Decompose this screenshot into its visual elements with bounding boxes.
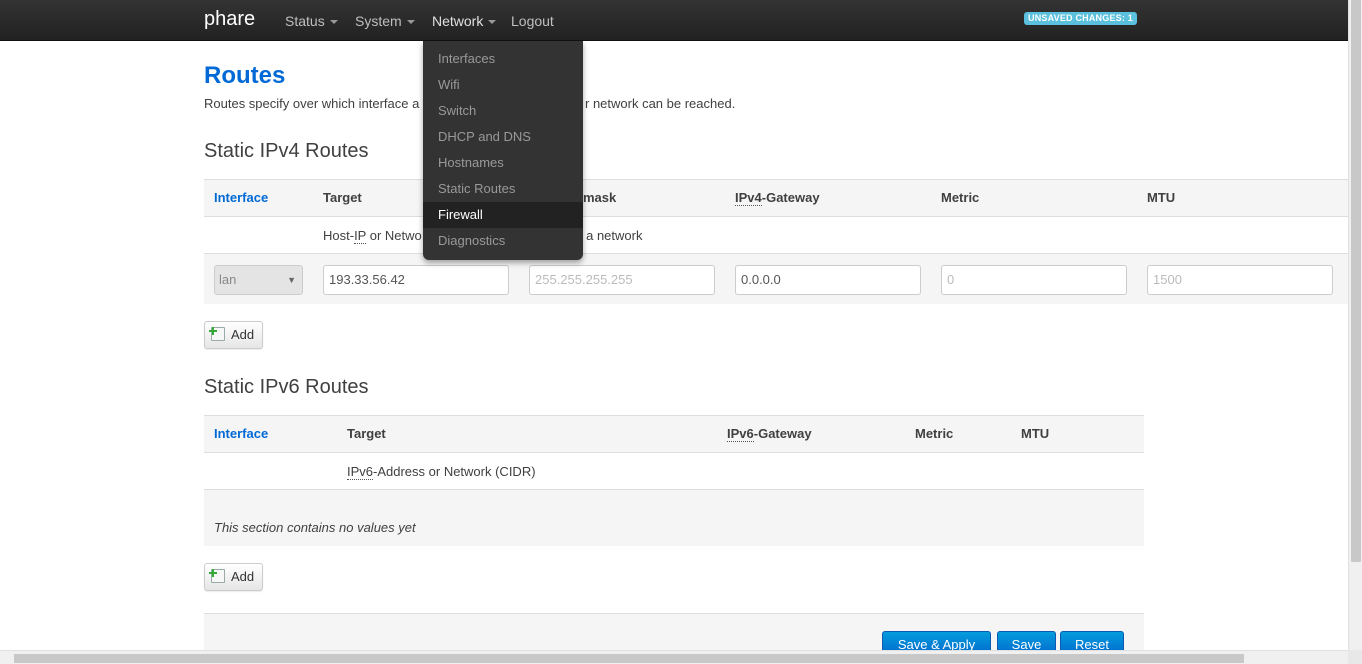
gateway-suffix: -Gateway: [753, 426, 812, 441]
menu-item-switch[interactable]: Switch: [423, 98, 583, 124]
nav-status-menu[interactable]: Status: [285, 13, 338, 29]
netmask-description: s a network: [576, 228, 643, 243]
table-header-row: Interface Target mask IPv4-Gateway Metri…: [204, 180, 1348, 217]
ip-abbr: IP: [354, 228, 367, 244]
ipv4-add-label: Add: [231, 327, 255, 342]
target-description: Host-IP or Netwo: [323, 228, 422, 244]
brand-logo[interactable]: phare: [204, 8, 255, 31]
ipv6-routes-table: Interface Target IPv6-Gateway Metric MTU…: [204, 415, 1144, 546]
ipv6-add-button[interactable]: Add: [204, 563, 264, 591]
network-dropdown-menu: Interfaces Wifi Switch DHCP and DNS Host…: [423, 41, 583, 260]
col-netmask: mask: [583, 190, 617, 205]
nav-network-menu[interactable]: Network: [432, 13, 497, 29]
col-metric: Metric: [941, 190, 980, 205]
add-icon: [209, 327, 225, 341]
col-metric: Metric: [915, 426, 954, 441]
unsaved-changes-badge[interactable]: UNSAVED CHANGES: 1: [1024, 12, 1137, 25]
ipv4-add-button[interactable]: Add: [204, 321, 264, 349]
col-mtu: MTU: [1147, 190, 1176, 205]
table-description-row: IPv6-Address or Network (CIDR): [204, 453, 1144, 490]
menu-item-dhcp-dns[interactable]: DHCP and DNS: [423, 124, 583, 150]
nav-network-label: Network: [432, 13, 484, 29]
menu-item-diagnostics[interactable]: Diagnostics: [423, 228, 583, 254]
nav-system-label: System: [355, 13, 402, 29]
gateway-input[interactable]: 0.0.0.0: [735, 265, 921, 295]
menu-item-hostnames[interactable]: Hostnames: [423, 150, 583, 176]
nav-logout-link[interactable]: Logout: [511, 13, 554, 29]
ipv6-section-title: Static IPv6 Routes: [204, 376, 369, 398]
table-header-row: Interface Target IPv6-Gateway Metric MTU: [204, 416, 1144, 453]
menu-item-interfaces[interactable]: Interfaces: [423, 46, 583, 72]
target-desc-pre: Host-: [323, 228, 355, 243]
vertical-scrollbar-thumb[interactable]: [1351, 0, 1361, 562]
target-desc-post: or Netwo: [366, 228, 422, 243]
vertical-scrollbar[interactable]: [1348, 0, 1362, 650]
page-description: Routes specify over which interface a: [204, 96, 419, 111]
ipv6-add-label: Add: [231, 569, 255, 584]
ipv6-abbr: IPv6: [727, 426, 754, 442]
col-target: Target: [347, 426, 386, 441]
col-ipv4-gateway: IPv4-Gateway: [735, 190, 820, 206]
netmask-input[interactable]: 255.255.255.255: [529, 265, 715, 295]
ipv4-abbr: IPv4: [735, 190, 762, 206]
empty-row: This section contains no values yet: [204, 490, 1144, 546]
nav-system-menu[interactable]: System: [355, 13, 415, 29]
target-desc-rest: -Address or Network (CIDR): [373, 464, 536, 479]
add-icon: [209, 569, 225, 583]
mtu-input[interactable]: 1500: [1147, 265, 1333, 295]
top-navbar: phare Status System Network Logout UNSAV…: [0, 0, 1348, 41]
target-description: IPv6-Address or Network (CIDR): [347, 464, 536, 480]
select-arrow-icon: ▼: [287, 275, 296, 285]
scrollbar-corner: [1348, 650, 1362, 664]
menu-item-firewall[interactable]: Firewall: [423, 202, 583, 228]
gateway-suffix: -Gateway: [761, 190, 820, 205]
col-interface[interactable]: Interface: [214, 190, 268, 205]
col-ipv6-gateway: IPv6-Gateway: [727, 426, 812, 442]
nav-status-label: Status: [285, 13, 325, 29]
table-row: lan ▼ 193.33.56.42 255.255.255.255 0.0.0…: [204, 254, 1348, 304]
page-title: Routes: [204, 62, 286, 89]
menu-item-static-routes[interactable]: Static Routes: [423, 176, 583, 202]
ipv4-routes-table: Interface Target mask IPv4-Gateway Metri…: [204, 179, 1348, 304]
menu-item-wifi[interactable]: Wifi: [423, 72, 583, 98]
chevron-down-icon: [329, 20, 338, 25]
ipv4-section-title: Static IPv4 Routes: [204, 140, 369, 162]
target-input[interactable]: 193.33.56.42: [323, 265, 509, 295]
form-actions-bar: Save & Apply Save Reset: [204, 613, 1144, 653]
interface-select[interactable]: lan ▼: [214, 265, 303, 295]
empty-message: This section contains no values yet: [214, 520, 416, 535]
col-mtu: MTU: [1021, 426, 1050, 441]
interface-select-value: lan: [219, 272, 237, 287]
table-description-row: Host-IP or Netwo s a network: [204, 217, 1348, 254]
horizontal-scrollbar[interactable]: [0, 650, 1348, 664]
col-target: Target: [323, 190, 362, 205]
ipv6-abbr: IPv6: [347, 464, 374, 480]
page-description-left: Routes specify over which interface a: [204, 96, 420, 111]
chevron-down-icon: [488, 20, 497, 25]
page-description-right: r network can be reached.: [585, 96, 736, 111]
chevron-down-icon: [406, 20, 415, 25]
col-interface[interactable]: Interface: [214, 426, 268, 441]
metric-input[interactable]: 0: [941, 265, 1127, 295]
horizontal-scrollbar-thumb[interactable]: [14, 654, 1244, 663]
